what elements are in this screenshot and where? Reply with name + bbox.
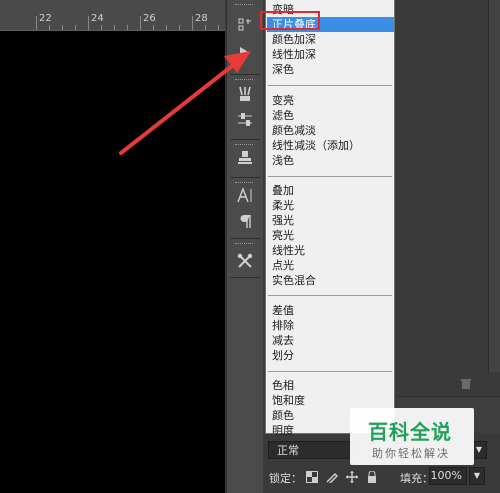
play-icon[interactable] [227, 45, 263, 65]
menu-item-linear-light[interactable]: 线性光 [267, 243, 394, 258]
ruler-tick [75, 25, 76, 30]
watermark-logo: 百科全说 助你轻松解决 [350, 408, 474, 465]
document-canvas[interactable] [0, 31, 225, 493]
panel-scrollbar[interactable] [488, 0, 500, 372]
menu-separator [268, 85, 392, 86]
ruler-label: 26 [143, 13, 156, 24]
menu-item-hard-light[interactable]: 强光 [267, 213, 394, 228]
horizontal-ruler: 22 24 26 28 [0, 0, 225, 31]
watermark-title: 百科全说 [368, 420, 452, 444]
menu-separator [268, 371, 392, 372]
fill-input[interactable]: 100% [429, 467, 467, 485]
chevron-down-icon[interactable]: ▼ [469, 467, 485, 485]
menu-item-vivid-light[interactable]: 亮光 [267, 228, 394, 243]
panel-grip[interactable] [235, 79, 253, 82]
ruler-tick [88, 16, 89, 30]
menu-separator [268, 176, 392, 177]
lock-position-icon[interactable] [346, 471, 358, 483]
ruler-label: 24 [91, 13, 104, 24]
clone-source-icon[interactable] [227, 150, 263, 170]
ruler-tick [127, 25, 128, 30]
ruler-tick [114, 25, 115, 30]
lock-pixels-icon[interactable] [326, 471, 339, 485]
divider [230, 74, 260, 75]
lock-label: 锁定： [269, 472, 302, 485]
menu-separator [268, 295, 392, 296]
ruler-tick [140, 16, 141, 30]
ruler-tick [179, 25, 180, 30]
menu-item-lighter-color[interactable]: 浅色 [267, 153, 394, 168]
ruler-tick [36, 16, 37, 30]
menu-item-screen[interactable]: 滤色 [267, 108, 394, 123]
panel-grip[interactable] [235, 182, 253, 185]
divider [230, 139, 260, 140]
panel-icon-strip [226, 0, 264, 493]
ruler-label: 28 [195, 13, 208, 24]
menu-item-soft-light[interactable]: 柔光 [267, 198, 394, 213]
divider [230, 277, 260, 278]
history-icon[interactable] [227, 17, 263, 37]
ruler-label: 22 [39, 13, 52, 24]
panel-grip[interactable] [235, 4, 253, 7]
menu-item-color-burn[interactable]: 颜色加深 [267, 32, 394, 47]
ruler-tick [192, 16, 193, 30]
menu-item-darker-color[interactable]: 深色 [267, 62, 394, 77]
menu-item-pin-light[interactable]: 点光 [267, 258, 394, 273]
menu-item-exclusion[interactable]: 排除 [267, 318, 394, 333]
ruler-tick [205, 25, 206, 30]
highlight-box [260, 11, 320, 30]
ruler-tick [62, 25, 63, 30]
tool-presets-icon[interactable] [227, 252, 263, 274]
ruler-tick [49, 25, 50, 30]
ruler-tick [153, 25, 154, 30]
panel-grip[interactable] [235, 243, 253, 246]
ruler-tick [166, 25, 167, 30]
panel-grip[interactable] [235, 144, 253, 147]
divider [230, 238, 260, 239]
blend-mode-menu: 变暗 正片叠底 颜色加深 线性加深 深色 变亮 滤色 颜色减淡 线性减淡（添加）… [265, 0, 395, 437]
menu-item-linear-dodge[interactable]: 线性减淡（添加） [267, 138, 394, 153]
menu-item-overlay[interactable]: 叠加 [267, 183, 394, 198]
menu-item-divide[interactable]: 划分 [267, 348, 394, 363]
menu-item-hard-mix[interactable]: 实色混合 [267, 273, 394, 288]
paragraph-icon[interactable] [227, 213, 263, 233]
brush-presets-icon[interactable] [227, 86, 263, 106]
adjust-sliders-icon[interactable] [227, 112, 263, 132]
lock-fill-row: 锁定： 填充： 100% ▼ [263, 465, 500, 493]
ruler-tick [101, 25, 102, 30]
ruler-tick [218, 25, 219, 30]
menu-item-lighten[interactable]: 变亮 [267, 93, 394, 108]
menu-item-color-dodge[interactable]: 颜色减淡 [267, 123, 394, 138]
divider [230, 177, 260, 178]
character-icon[interactable] [227, 187, 263, 207]
menu-item-subtract[interactable]: 减去 [267, 333, 394, 348]
lock-transparent-icon[interactable] [306, 471, 318, 483]
watermark-subtitle: 助你轻松解决 [372, 447, 450, 460]
menu-item-saturation[interactable]: 饱和度 [267, 393, 394, 408]
lock-all-icon[interactable] [366, 470, 378, 483]
menu-item-hue[interactable]: 色相 [267, 378, 394, 393]
menu-item-difference[interactable]: 差值 [267, 303, 394, 318]
blend-mode-select[interactable]: 正常 [268, 441, 354, 459]
menu-item-linear-burn[interactable]: 线性加深 [267, 47, 394, 62]
trash-icon[interactable] [460, 378, 474, 390]
